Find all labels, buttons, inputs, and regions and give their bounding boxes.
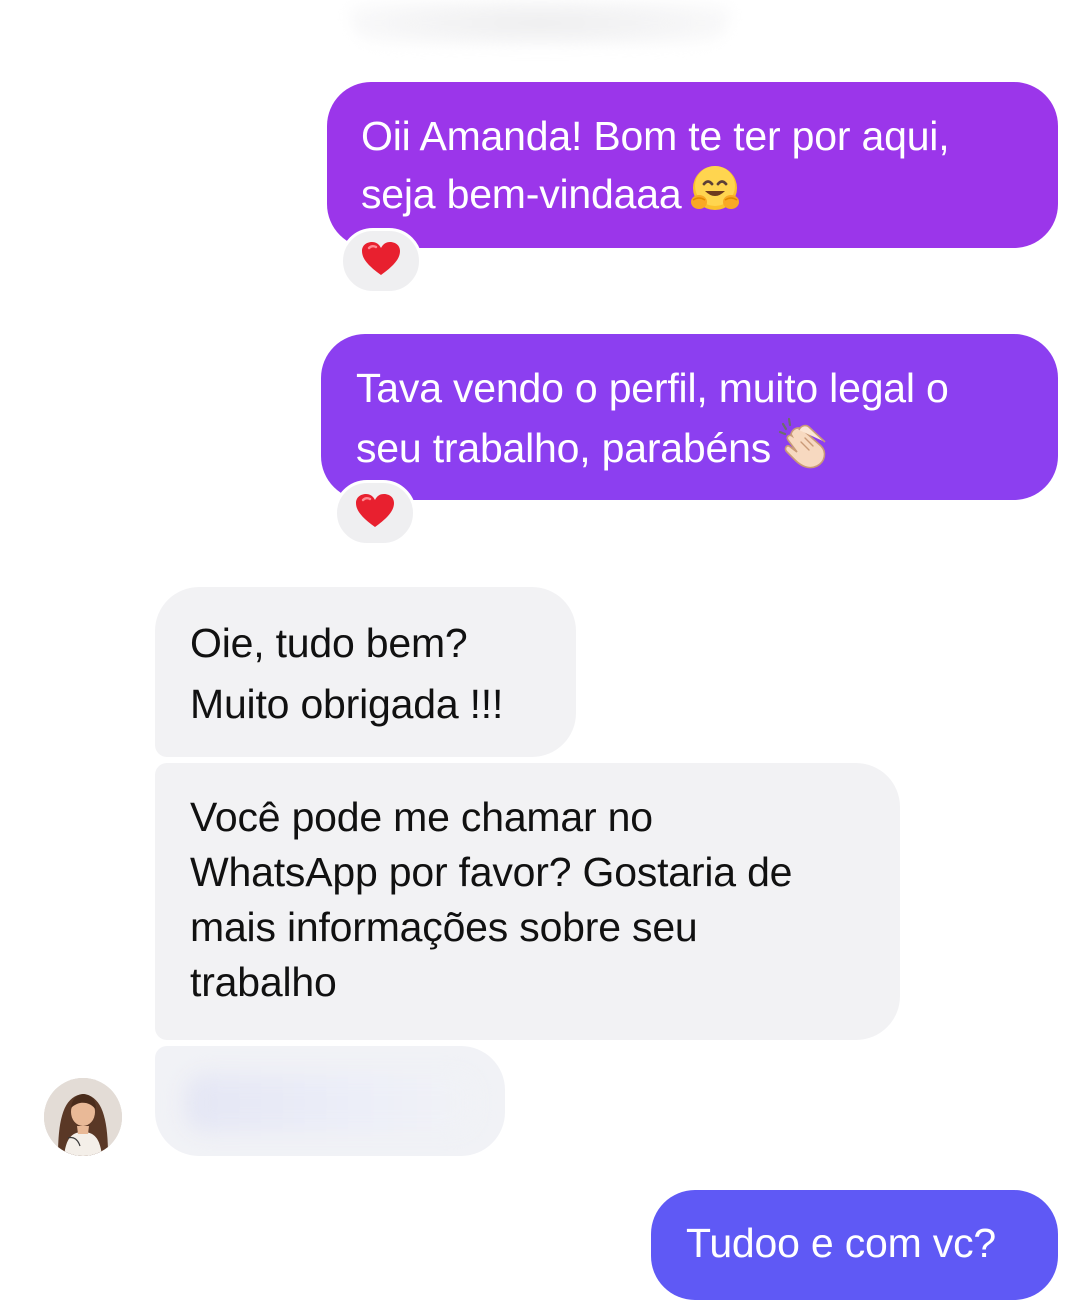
received-message-bubble[interactable]: Oie, tudo bem? Muito obrigada !!!	[155, 587, 576, 757]
avatar-photo	[44, 1078, 122, 1156]
message-text: seu trabalho, parabéns	[356, 425, 772, 471]
message-text-line: Você pode me chamar no	[190, 794, 653, 840]
reaction-badge[interactable]	[340, 228, 422, 294]
message-text-line: Muito obrigada !!!	[190, 681, 504, 727]
contact-avatar[interactable]	[44, 1078, 122, 1156]
sent-message-bubble[interactable]: Tudoo e com vc?	[651, 1190, 1058, 1300]
blurred-content	[185, 1074, 475, 1132]
clapping-hands-emoji	[777, 416, 833, 484]
heart-emoji	[355, 493, 395, 534]
heart-emoji	[361, 241, 401, 282]
blurred-message-top	[350, 0, 730, 46]
message-text-line: Oie, tudo bem?	[190, 620, 468, 666]
message-text: seja bem-vindaaa	[361, 171, 682, 217]
message-text-line: mais informações sobre seu	[190, 904, 698, 950]
chat-thread: Oii Amanda! Bom te ter por aqui, seja be…	[0, 0, 1080, 1300]
sent-message-bubble[interactable]: Tava vendo o perfil, muito legal o seu t…	[321, 334, 1058, 500]
message-text-line: Tava vendo o perfil, muito legal o	[356, 365, 949, 411]
message-text-line: seja bem-vindaaa	[361, 164, 1028, 230]
message-text-line: trabalho	[190, 959, 337, 1005]
reaction-badge[interactable]	[334, 480, 416, 546]
message-text-line: Tudoo e com vc?	[686, 1220, 996, 1266]
message-text-line: WhatsApp por favor? Gostaria de	[190, 849, 793, 895]
sent-message-bubble[interactable]: Oii Amanda! Bom te ter por aqui, seja be…	[327, 82, 1058, 248]
blurred-message-bubble[interactable]	[155, 1046, 505, 1156]
received-message-bubble[interactable]: Você pode me chamar no WhatsApp por favo…	[155, 763, 900, 1040]
hugging-face-emoji	[687, 164, 743, 230]
message-text-line: Oii Amanda! Bom te ter por aqui,	[361, 113, 950, 159]
message-text-line: seu trabalho, parabéns	[356, 416, 1028, 484]
